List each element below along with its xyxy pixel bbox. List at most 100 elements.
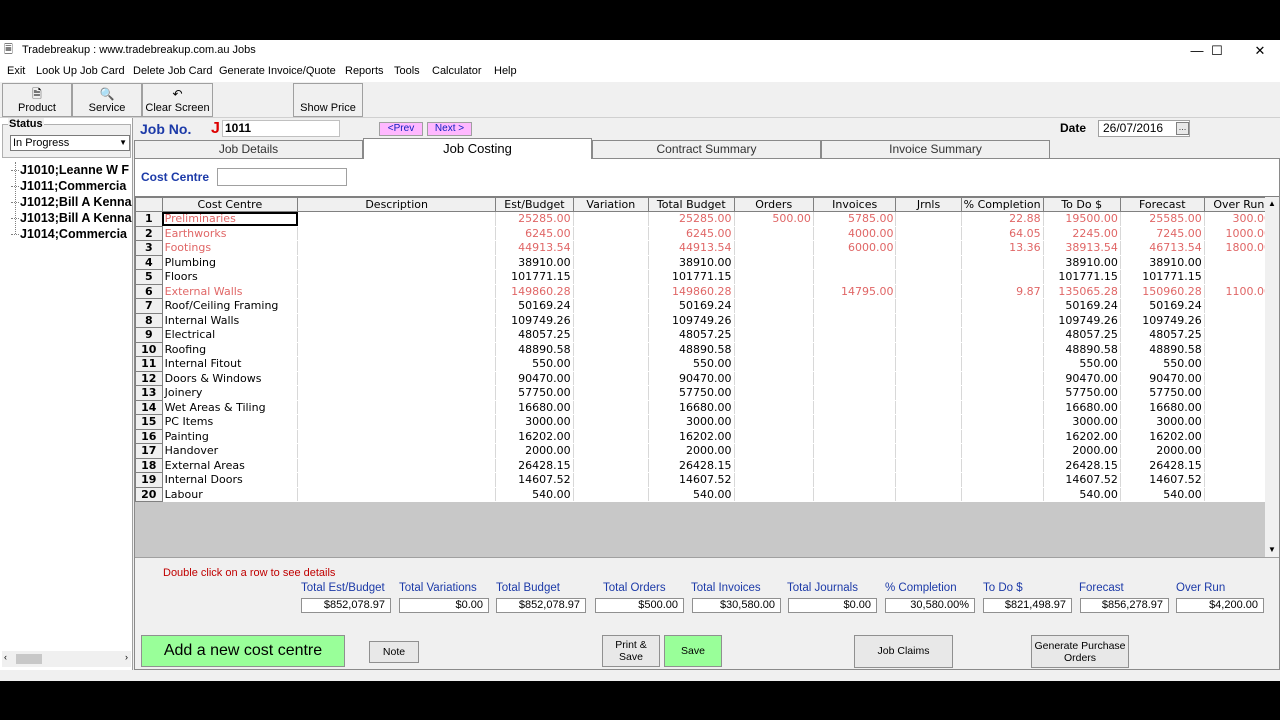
table-cell[interactable]: 550.00 (1120, 356, 1205, 372)
table-cell[interactable] (573, 443, 650, 459)
table-cell[interactable]: Roof/Ceiling Framing (162, 298, 299, 314)
table-cell[interactable] (1204, 385, 1275, 401)
table-cell[interactable] (813, 327, 897, 343)
status-dropdown[interactable]: In Progress ▼ (10, 135, 130, 151)
table-cell[interactable]: 19500.00 (1043, 211, 1121, 227)
table-cell[interactable] (734, 255, 814, 270)
table-row[interactable]: 19 Internal Doors 14607.52 14607.52 14607.52… (135, 472, 1279, 488)
table-cell[interactable] (895, 472, 962, 488)
table-cell[interactable]: External Walls (162, 284, 299, 299)
table-cell[interactable]: 38910.00 (1120, 255, 1205, 270)
table-cell[interactable]: PC Items (162, 414, 299, 430)
table-cell[interactable]: 14795.00 (813, 284, 897, 299)
show-price-button[interactable]: Show Price (293, 83, 363, 117)
table-cell[interactable]: Painting (162, 429, 299, 444)
table-cell[interactable]: 14607.52 (1120, 472, 1205, 488)
table-row[interactable]: 6 External Walls 149860.28 149860.28 14795.0… (135, 283, 1279, 299)
table-cell[interactable]: 14607.52 (495, 472, 574, 488)
table-cell[interactable]: 540.00 (648, 487, 735, 502)
table-cell[interactable]: Floors (162, 269, 299, 285)
menu-tools[interactable]: Tools (394, 65, 420, 77)
table-row[interactable]: 13 Joinery 57750.00 57750.00 57750.00 57750.0… (135, 385, 1279, 401)
table-cell[interactable]: 300.00 (1204, 211, 1275, 227)
scroll-up-icon[interactable]: ▲ (1265, 197, 1279, 211)
table-cell[interactable] (734, 327, 814, 343)
table-cell[interactable] (961, 458, 1044, 473)
table-cell[interactable]: 48890.58 (495, 342, 574, 357)
table-cell[interactable]: 149860.28 (495, 284, 574, 299)
table-cell[interactable]: 14607.52 (648, 472, 735, 488)
table-cell[interactable] (961, 385, 1044, 401)
table-cell[interactable] (895, 226, 962, 241)
table-cell[interactable] (895, 429, 962, 444)
table-cell[interactable] (734, 269, 814, 285)
table-cell[interactable]: 6245.00 (648, 226, 735, 241)
table-cell[interactable]: 6000.00 (813, 240, 897, 256)
table-cell[interactable]: 13.36 (961, 240, 1044, 256)
table-cell[interactable] (895, 255, 962, 270)
table-cell[interactable]: 4000.00 (813, 226, 897, 241)
table-cell[interactable] (297, 327, 497, 343)
table-cell[interactable] (813, 443, 897, 459)
close-button[interactable]: ✕ (1240, 40, 1280, 62)
table-cell[interactable]: 48057.25 (495, 327, 574, 343)
table-cell[interactable]: 64.05 (961, 226, 1044, 241)
table-cell[interactable]: 16680.00 (1120, 400, 1205, 415)
vertical-scrollbar[interactable]: ▲ ▼ (1265, 197, 1279, 557)
table-cell[interactable] (573, 226, 650, 241)
table-cell[interactable] (1204, 327, 1275, 343)
table-cell[interactable]: 16680.00 (495, 400, 574, 415)
job-tree-item[interactable]: J1014;Commercia (4, 226, 132, 242)
table-cell[interactable] (961, 327, 1044, 343)
table-row[interactable]: 14 Wet Areas & Tiling 16680.00 16680.00 1668… (135, 399, 1279, 415)
add-cost-centre-button[interactable]: Add a new cost centre (141, 635, 345, 667)
table-cell[interactable]: 26428.15 (1120, 458, 1205, 473)
maximize-button[interactable]: ☐ (1197, 40, 1237, 62)
table-cell[interactable] (961, 429, 1044, 444)
table-cell[interactable]: 26428.15 (495, 458, 574, 473)
save-button[interactable]: Save (664, 635, 722, 667)
table-cell[interactable] (297, 429, 497, 444)
menu-help[interactable]: Help (494, 65, 517, 77)
table-cell[interactable]: 101771.15 (1120, 269, 1205, 285)
table-cell[interactable]: Internal Walls (162, 313, 299, 328)
table-cell[interactable]: 38913.54 (1043, 240, 1121, 256)
table-cell[interactable] (573, 458, 650, 473)
table-cell[interactable]: Internal Doors (162, 472, 299, 488)
table-cell[interactable] (813, 429, 897, 444)
table-cell[interactable]: 44913.54 (648, 240, 735, 256)
table-cell[interactable] (813, 269, 897, 285)
table-cell[interactable]: 550.00 (1043, 356, 1121, 372)
table-cell[interactable]: 101771.15 (648, 269, 735, 285)
table-cell[interactable] (734, 356, 814, 372)
table-row[interactable]: 12 Doors & Windows 90470.00 90470.00 90470.0… (135, 370, 1279, 386)
table-cell[interactable]: 1800.00 (1204, 240, 1275, 256)
table-cell[interactable]: 25285.00 (648, 211, 735, 227)
table-row[interactable]: 2 Earthworks 6245.00 6245.00 4000.00 64.05 224… (135, 225, 1279, 241)
table-cell[interactable]: 135065.28 (1043, 284, 1121, 299)
table-cell[interactable] (813, 458, 897, 473)
table-cell[interactable]: 540.00 (1120, 487, 1205, 502)
table-cell[interactable]: 3000.00 (1043, 414, 1121, 430)
table-cell[interactable] (895, 458, 962, 473)
table-cell[interactable]: 16202.00 (1043, 429, 1121, 444)
table-cell[interactable] (813, 342, 897, 357)
table-cell[interactable] (734, 284, 814, 299)
table-cell[interactable]: Roofing (162, 342, 299, 357)
table-cell[interactable]: 57750.00 (1120, 385, 1205, 401)
table-row[interactable]: 9 Electrical 48057.25 48057.25 48057.25 48057… (135, 327, 1279, 343)
table-cell[interactable]: 149860.28 (648, 284, 735, 299)
table-cell[interactable]: 3000.00 (648, 414, 735, 430)
column-header[interactable]: Invoices (812, 197, 897, 212)
table-cell[interactable] (573, 269, 650, 285)
table-cell[interactable] (734, 240, 814, 256)
table-cell[interactable]: 9.87 (961, 284, 1044, 299)
column-header[interactable]: Forecast (1119, 197, 1205, 212)
table-cell[interactable] (895, 240, 962, 256)
table-cell[interactable] (1204, 429, 1275, 444)
table-cell[interactable] (1204, 298, 1275, 314)
table-cell[interactable]: 109749.26 (648, 313, 735, 328)
table-cell[interactable] (961, 400, 1044, 415)
job-claims-button[interactable]: Job Claims (854, 635, 953, 668)
table-cell[interactable] (297, 211, 497, 227)
